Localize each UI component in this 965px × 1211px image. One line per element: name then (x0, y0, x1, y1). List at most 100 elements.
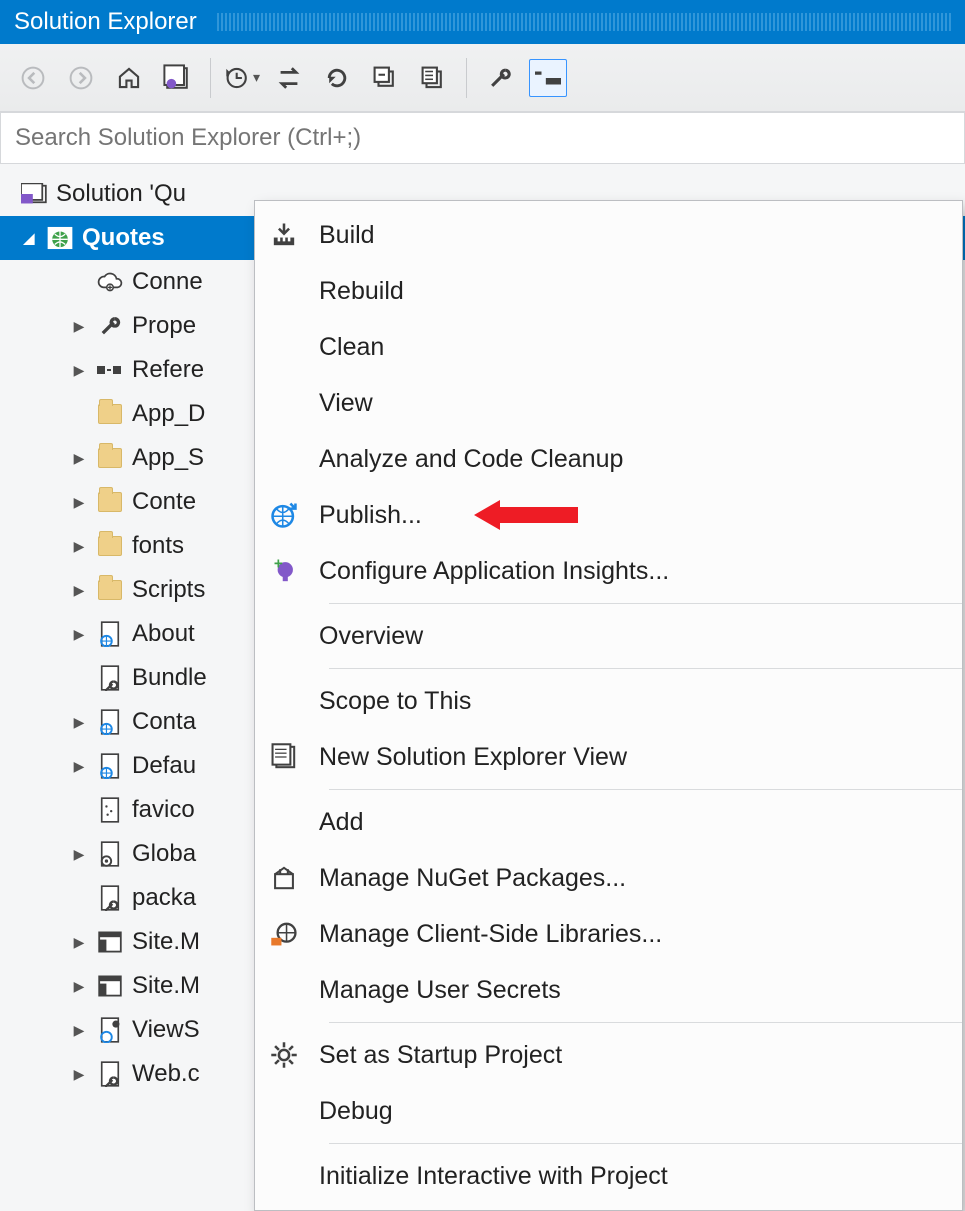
expand-icon[interactable]: ▶ (70, 1066, 88, 1083)
switch-views-button[interactable] (158, 59, 196, 97)
toolbar: ▾ (0, 44, 965, 112)
pending-changes-dropdown[interactable]: ▾ (225, 65, 260, 91)
properties-button[interactable] (481, 59, 519, 97)
sync-button[interactable] (270, 59, 308, 97)
expand-icon[interactable]: ▶ (70, 714, 88, 731)
context-menu-item[interactable]: Initialize Interactive with Project (255, 1148, 962, 1204)
bulb-icon: + (267, 554, 301, 588)
context-menu-label: Clean (319, 333, 384, 362)
expand-icon[interactable]: ▶ (70, 758, 88, 775)
context-menu-item[interactable]: +Configure Application Insights... (255, 543, 962, 599)
tree-item-label: Conte (132, 488, 196, 516)
show-all-files-button[interactable] (414, 59, 452, 97)
project-label: Quotes (82, 224, 165, 252)
aspx-icon (96, 752, 124, 780)
context-menu-label: Set as Startup Project (319, 1041, 562, 1070)
config-icon (96, 1060, 124, 1088)
nav-back-button[interactable] (14, 59, 52, 97)
tree-item-label: Site.M (132, 972, 200, 1000)
context-menu-item[interactable]: Debug (255, 1083, 962, 1139)
expand-icon[interactable]: ▶ (70, 1022, 88, 1039)
context-menu-item[interactable]: Set as Startup Project (255, 1027, 962, 1083)
chevron-down-icon: ▾ (253, 69, 260, 86)
context-menu: BuildRebuild Clean View Analyze and Code Cl… (254, 200, 963, 1211)
tree-item-label: Scripts (132, 576, 205, 604)
gear-icon (267, 1038, 301, 1072)
context-menu-item[interactable]: Publish... (255, 487, 962, 543)
solution-icon (20, 180, 48, 208)
config-icon (96, 664, 124, 692)
home-button[interactable] (110, 59, 148, 97)
nuget-icon (267, 861, 301, 895)
context-menu-label: New Solution Explorer View (319, 743, 627, 772)
expand-icon[interactable]: ▶ (70, 362, 88, 379)
expand-icon[interactable]: ▶ (70, 978, 88, 995)
folder-icon (96, 444, 124, 472)
wrench-icon (96, 312, 124, 340)
expand-icon[interactable]: ▶ (70, 582, 88, 599)
blank-icon (267, 386, 301, 420)
context-menu-item[interactable]: New Solution Explorer View (255, 729, 962, 785)
grip-icon (217, 13, 951, 31)
context-menu-item[interactable]: Rebuild (255, 263, 962, 319)
blank-icon (267, 1094, 301, 1128)
tree-item-label: Site.M (132, 928, 200, 956)
context-menu-separator (329, 603, 962, 604)
panel-title: Solution Explorer (14, 8, 197, 36)
nav-forward-button[interactable] (62, 59, 100, 97)
context-menu-item[interactable]: Overview (255, 608, 962, 664)
clientlib-icon (267, 917, 301, 951)
context-menu-label: Add (319, 808, 363, 837)
context-menu-label: Manage NuGet Packages... (319, 864, 626, 893)
blank-icon (267, 442, 301, 476)
search-input[interactable] (15, 124, 950, 152)
context-menu-item[interactable]: Scope to This (255, 673, 962, 729)
expand-icon[interactable]: ▶ (70, 450, 88, 467)
search-bar (0, 112, 965, 164)
tree-item-label: App_S (132, 444, 204, 472)
master-icon (96, 972, 124, 1000)
master-icon (96, 928, 124, 956)
context-menu-item[interactable]: Manage Client-Side Libraries... (255, 906, 962, 962)
context-menu-item[interactable]: Clean (255, 319, 962, 375)
context-menu-label: Publish... (319, 501, 422, 530)
tree-item-label: About (132, 620, 195, 648)
context-menu-item[interactable]: Build (255, 207, 962, 263)
context-menu-separator (329, 668, 962, 669)
expand-icon[interactable]: ◢ (20, 230, 38, 247)
aspx-icon (96, 708, 124, 736)
context-menu-item[interactable]: View (255, 375, 962, 431)
context-menu-label: Analyze and Code Cleanup (319, 445, 623, 474)
expand-icon[interactable]: ▶ (70, 494, 88, 511)
expand-icon[interactable]: ▶ (70, 318, 88, 335)
aspx-user-icon (96, 1016, 124, 1044)
context-menu-item[interactable]: Manage User Secrets (255, 962, 962, 1018)
blank-icon (267, 805, 301, 839)
context-menu-separator (329, 789, 962, 790)
context-menu-item[interactable]: Analyze and Code Cleanup (255, 431, 962, 487)
preview-button[interactable] (529, 59, 567, 97)
folder-icon (96, 576, 124, 604)
expand-icon[interactable]: ▶ (70, 538, 88, 555)
context-menu-item[interactable]: Manage NuGet Packages... (255, 850, 962, 906)
expand-icon[interactable]: ▶ (70, 934, 88, 951)
blank-icon (267, 1159, 301, 1193)
newview-icon (267, 740, 301, 774)
blank-icon (267, 684, 301, 718)
panel-titlebar[interactable]: Solution Explorer (0, 0, 965, 44)
tree-item-label: Prope (132, 312, 196, 340)
toolbar-separator (210, 58, 211, 98)
tree-item-label: Defau (132, 752, 196, 780)
expand-icon[interactable]: ▶ (70, 846, 88, 863)
refresh-button[interactable] (318, 59, 356, 97)
context-menu-item[interactable]: Add (255, 794, 962, 850)
context-menu-label: Overview (319, 622, 423, 651)
context-menu-label: Scope to This (319, 687, 471, 716)
web-project-icon (46, 224, 74, 252)
tree-item-label: fonts (132, 532, 184, 560)
tree-item-label: Globa (132, 840, 196, 868)
gear-file-icon (96, 840, 124, 868)
collapse-all-button[interactable] (366, 59, 404, 97)
expand-icon[interactable]: ▶ (70, 626, 88, 643)
tree-item-label: Conne (132, 268, 203, 296)
